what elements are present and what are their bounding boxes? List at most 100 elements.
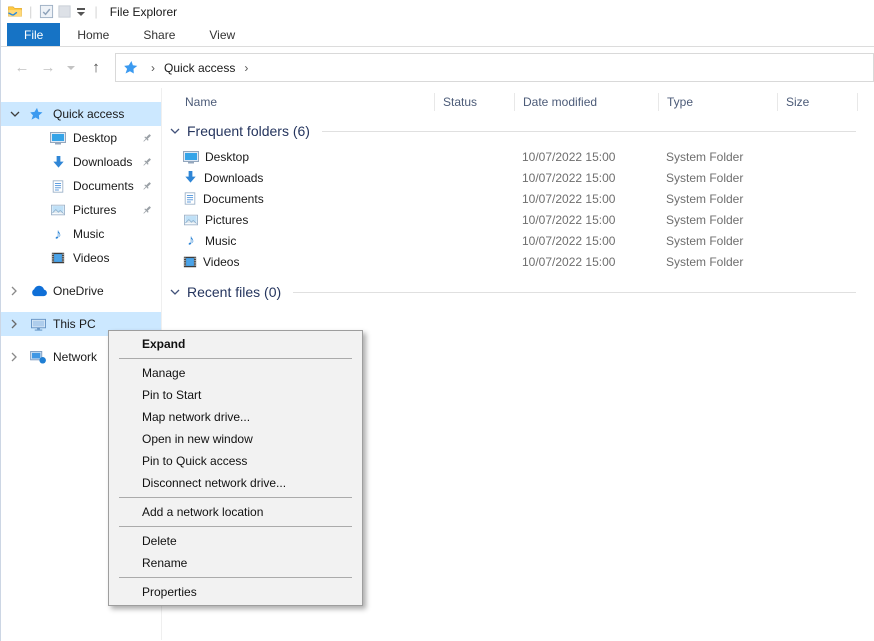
sidebar-item-label: This PC — [53, 317, 96, 331]
file-row-pictures[interactable]: Pictures 10/07/2022 15:00 System Folder — [162, 209, 874, 230]
music-icon: ♪ — [48, 227, 68, 242]
file-type: System Folder — [658, 234, 777, 248]
onedrive-cloud-icon — [28, 285, 48, 298]
menu-item-open-in-new-window[interactable]: Open in new window — [109, 428, 362, 450]
recent-locations-chevron-icon[interactable] — [67, 66, 75, 70]
chevron-down-icon[interactable] — [170, 127, 180, 135]
chevron-down-icon[interactable] — [170, 288, 180, 296]
group-header-recent-files[interactable]: Recent files (0) — [162, 281, 874, 303]
customize-quick-access-toolbar-icon[interactable] — [73, 8, 89, 16]
tab-share[interactable]: Share — [126, 23, 192, 46]
menu-item-add-a-network-location[interactable]: Add a network location — [109, 501, 362, 523]
this-pc-icon — [28, 317, 48, 332]
frequent-folders-list: Desktop 10/07/2022 15:00 System Folder D… — [162, 146, 874, 272]
file-name: Desktop — [205, 150, 249, 164]
desktop-icon — [48, 130, 68, 146]
file-type: System Folder — [658, 192, 777, 206]
menu-item-disconnect-network-drive[interactable]: Disconnect network drive... — [109, 472, 362, 494]
group-divider — [322, 131, 856, 132]
file-name: Documents — [203, 192, 264, 206]
column-header-status[interactable]: Status — [434, 93, 514, 111]
sidebar-item-music[interactable]: ♪ Music — [1, 222, 161, 246]
file-row-music[interactable]: ♪ Music 10/07/2022 15:00 System Folder — [162, 230, 874, 251]
address-box[interactable]: › Quick access › — [115, 53, 874, 82]
column-header-extra — [857, 93, 874, 111]
separator: | — [29, 4, 32, 19]
breadcrumb-chevron-icon: › — [151, 61, 155, 75]
group-label: Frequent folders (6) — [187, 123, 310, 139]
downloads-icon — [183, 170, 198, 185]
breadcrumb-location[interactable]: Quick access — [164, 61, 235, 75]
menu-item-pin-to-quick-access[interactable]: Pin to Quick access — [109, 450, 362, 472]
chevron-right-icon[interactable] — [10, 319, 23, 329]
sidebar-item-downloads[interactable]: Downloads — [1, 150, 161, 174]
pictures-icon — [183, 213, 199, 227]
menu-separator — [119, 577, 352, 578]
sidebar-item-label: Videos — [73, 251, 109, 265]
menu-item-delete[interactable]: Delete — [109, 530, 362, 552]
file-date-modified: 10/07/2022 15:00 — [514, 171, 658, 185]
menu-item-rename[interactable]: Rename — [109, 552, 362, 574]
tab-view[interactable]: View — [192, 23, 252, 46]
documents-icon — [183, 191, 197, 206]
sidebar-item-documents[interactable]: Documents — [1, 174, 161, 198]
quick-access-newfolder-icon[interactable] — [55, 3, 73, 21]
column-headers: Name Status Date modified Type Size — [162, 88, 874, 115]
breadcrumb-chevron-icon[interactable]: › — [244, 61, 248, 75]
file-row-downloads[interactable]: Downloads 10/07/2022 15:00 System Folder — [162, 167, 874, 188]
up-icon[interactable]: ↑ — [81, 59, 111, 76]
file-name: Videos — [203, 255, 239, 269]
pin-icon — [141, 180, 153, 195]
file-date-modified: 10/07/2022 15:00 — [514, 150, 658, 164]
file-row-documents[interactable]: Documents 10/07/2022 15:00 System Folder — [162, 188, 874, 209]
sidebar-item-label: OneDrive — [53, 284, 104, 298]
pictures-icon — [48, 203, 68, 217]
pin-icon — [141, 204, 153, 219]
group-header-frequent-folders[interactable]: Frequent folders (6) — [162, 120, 874, 142]
file-type: System Folder — [658, 255, 777, 269]
sidebar-item-label: Desktop — [73, 131, 117, 145]
file-row-videos[interactable]: Videos 10/07/2022 15:00 System Folder — [162, 251, 874, 272]
desktop-icon — [183, 149, 199, 165]
music-icon: ♪ — [183, 233, 199, 248]
sidebar-item-label: Music — [73, 227, 104, 241]
videos-icon — [48, 251, 68, 265]
network-icon — [28, 351, 48, 364]
quick-access-star-icon — [28, 107, 48, 121]
sidebar-item-pictures[interactable]: Pictures — [1, 198, 161, 222]
tab-home[interactable]: Home — [60, 23, 126, 46]
menu-item-properties[interactable]: Properties — [109, 581, 362, 603]
pin-icon — [141, 156, 153, 171]
file-date-modified: 10/07/2022 15:00 — [514, 234, 658, 248]
forward-icon[interactable]: → — [35, 59, 61, 76]
chevron-right-icon[interactable] — [10, 352, 23, 362]
column-header-date-modified[interactable]: Date modified — [514, 93, 658, 111]
sidebar-item-quick-access[interactable]: Quick access — [1, 102, 161, 126]
file-explorer-window: { "titlebar": { "title": "File Explorer"… — [0, 0, 874, 641]
separator: | — [94, 4, 97, 19]
menu-separator — [119, 497, 352, 498]
menu-item-manage[interactable]: Manage — [109, 362, 362, 384]
column-header-type[interactable]: Type — [658, 93, 777, 111]
chevron-down-icon[interactable] — [10, 110, 23, 118]
downloads-icon — [48, 155, 68, 170]
column-header-name[interactable]: Name — [162, 93, 434, 111]
sidebar-item-label: Pictures — [73, 203, 116, 217]
menu-item-expand[interactable]: Expand — [109, 333, 362, 355]
tab-file[interactable]: File — [7, 23, 60, 46]
menu-item-map-network-drive[interactable]: Map network drive... — [109, 406, 362, 428]
column-header-size[interactable]: Size — [777, 93, 857, 111]
file-date-modified: 10/07/2022 15:00 — [514, 213, 658, 227]
sidebar-item-desktop[interactable]: Desktop — [1, 126, 161, 150]
sidebar-item-onedrive[interactable]: OneDrive — [1, 279, 161, 303]
sidebar-item-label: Quick access — [53, 107, 124, 121]
sidebar-item-videos[interactable]: Videos — [1, 246, 161, 270]
quick-access-properties-icon[interactable] — [37, 3, 55, 21]
menu-item-pin-to-start[interactable]: Pin to Start — [109, 384, 362, 406]
title-bar: | | File Explorer — [1, 0, 874, 23]
chevron-right-icon[interactable] — [10, 286, 23, 296]
back-icon[interactable]: ← — [9, 59, 35, 76]
file-row-desktop[interactable]: Desktop 10/07/2022 15:00 System Folder — [162, 146, 874, 167]
file-type: System Folder — [658, 171, 777, 185]
videos-icon — [183, 255, 197, 269]
